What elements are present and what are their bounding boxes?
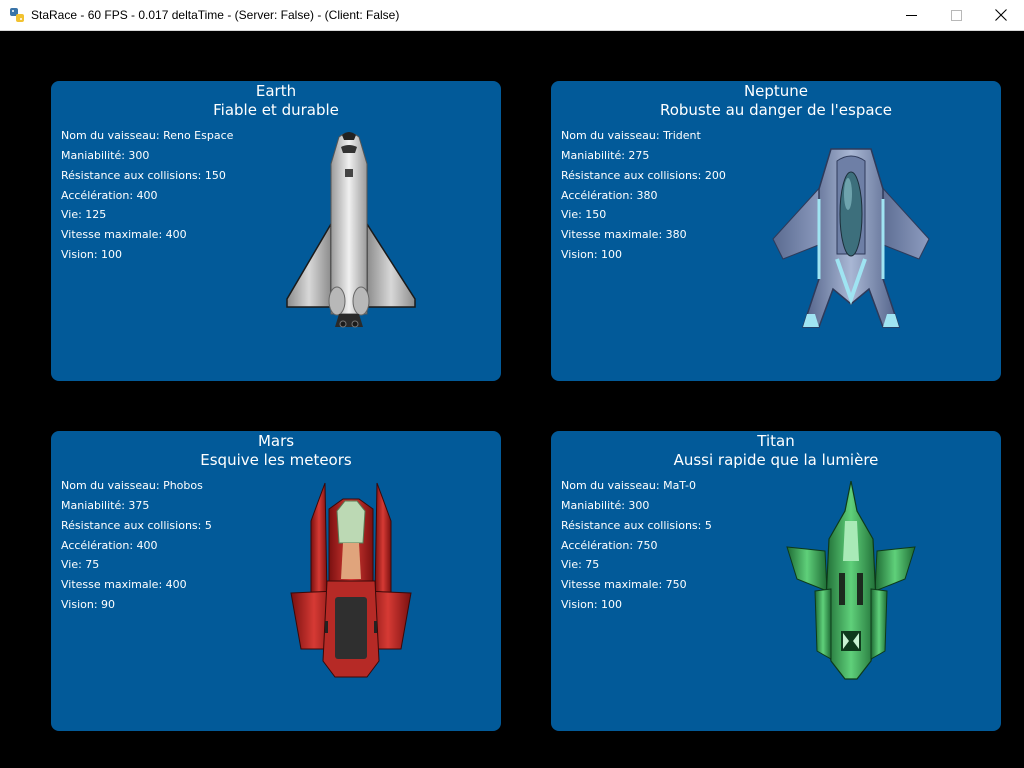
stat-max-speed: Vitesse maximale: 750	[561, 578, 687, 591]
maximize-icon	[950, 9, 962, 21]
stat-vision: Vision: 100	[561, 248, 623, 261]
stat-ship-name: Nom du vaisseau: MaT-0	[561, 479, 696, 492]
phobos-ship-icon	[290, 482, 412, 678]
ship-card-titan[interactable]: Titan Aussi rapide que la lumière Nom du…	[551, 431, 1001, 731]
stat-acceleration: Accélération: 400	[61, 189, 158, 202]
window-title: StaRace - 60 FPS - 0.017 deltaTime - (Se…	[31, 8, 400, 22]
ship-card-earth[interactable]: Earth Fiable et durable Nom du vaisseau:…	[51, 81, 501, 381]
maximize-button[interactable]	[933, 0, 979, 30]
close-button[interactable]	[978, 0, 1024, 30]
ship-tagline: Aussi rapide que la lumière	[673, 451, 879, 469]
stat-acceleration: Accélération: 750	[561, 539, 658, 552]
stat-max-speed: Vitesse maximale: 400	[61, 228, 187, 241]
stat-life: Vie: 125	[61, 208, 107, 221]
space-shuttle-ship-icon	[286, 132, 416, 328]
stat-ship-name: Nom du vaisseau: Trident	[561, 129, 701, 142]
planet-name: Neptune	[743, 82, 809, 100]
stat-vision: Vision: 90	[61, 598, 116, 611]
minimize-button[interactable]	[888, 0, 934, 30]
trident-ship-icon	[772, 148, 930, 328]
ship-card-neptune[interactable]: Neptune Robuste au danger de l'espace No…	[551, 81, 1001, 381]
close-icon	[995, 9, 1007, 21]
stat-collision-resistance: Résistance aux collisions: 5	[561, 519, 712, 532]
planet-name: Earth	[255, 82, 297, 100]
stat-life: Vie: 150	[561, 208, 607, 221]
stat-collision-resistance: Résistance aux collisions: 150	[61, 169, 226, 182]
stat-handling: Maniabilité: 300	[61, 149, 150, 162]
stat-collision-resistance: Résistance aux collisions: 5	[61, 519, 212, 532]
window-titlebar[interactable]: StaRace - 60 FPS - 0.017 deltaTime - (Se…	[0, 0, 1024, 31]
stat-vision: Vision: 100	[61, 248, 123, 261]
mat-0-ship-icon	[786, 481, 916, 680]
stat-handling: Maniabilité: 275	[561, 149, 650, 162]
stat-handling: Maniabilité: 300	[561, 499, 650, 512]
minimize-icon	[905, 14, 917, 16]
ship-tagline: Fiable et durable	[213, 101, 339, 119]
stat-acceleration: Accélération: 380	[561, 189, 658, 202]
stat-life: Vie: 75	[61, 558, 100, 571]
ship-tagline: Robuste au danger de l'espace	[659, 101, 893, 119]
stat-max-speed: Vitesse maximale: 400	[61, 578, 187, 591]
stat-max-speed: Vitesse maximale: 380	[561, 228, 687, 241]
stat-acceleration: Accélération: 400	[61, 539, 158, 552]
stat-handling: Maniabilité: 375	[61, 499, 150, 512]
stat-life: Vie: 75	[561, 558, 600, 571]
stat-collision-resistance: Résistance aux collisions: 200	[561, 169, 726, 182]
planet-name: Mars	[257, 432, 295, 450]
stat-vision: Vision: 100	[561, 598, 623, 611]
ship-tagline: Esquive les meteors	[200, 451, 352, 469]
stat-ship-name: Nom du vaisseau: Phobos	[61, 479, 203, 492]
app-icon	[10, 8, 24, 22]
planet-name: Titan	[757, 432, 795, 450]
stat-ship-name: Nom du vaisseau: Reno Espace	[61, 129, 234, 142]
ship-card-mars[interactable]: Mars Esquive les meteors Nom du vaisseau…	[51, 431, 501, 731]
